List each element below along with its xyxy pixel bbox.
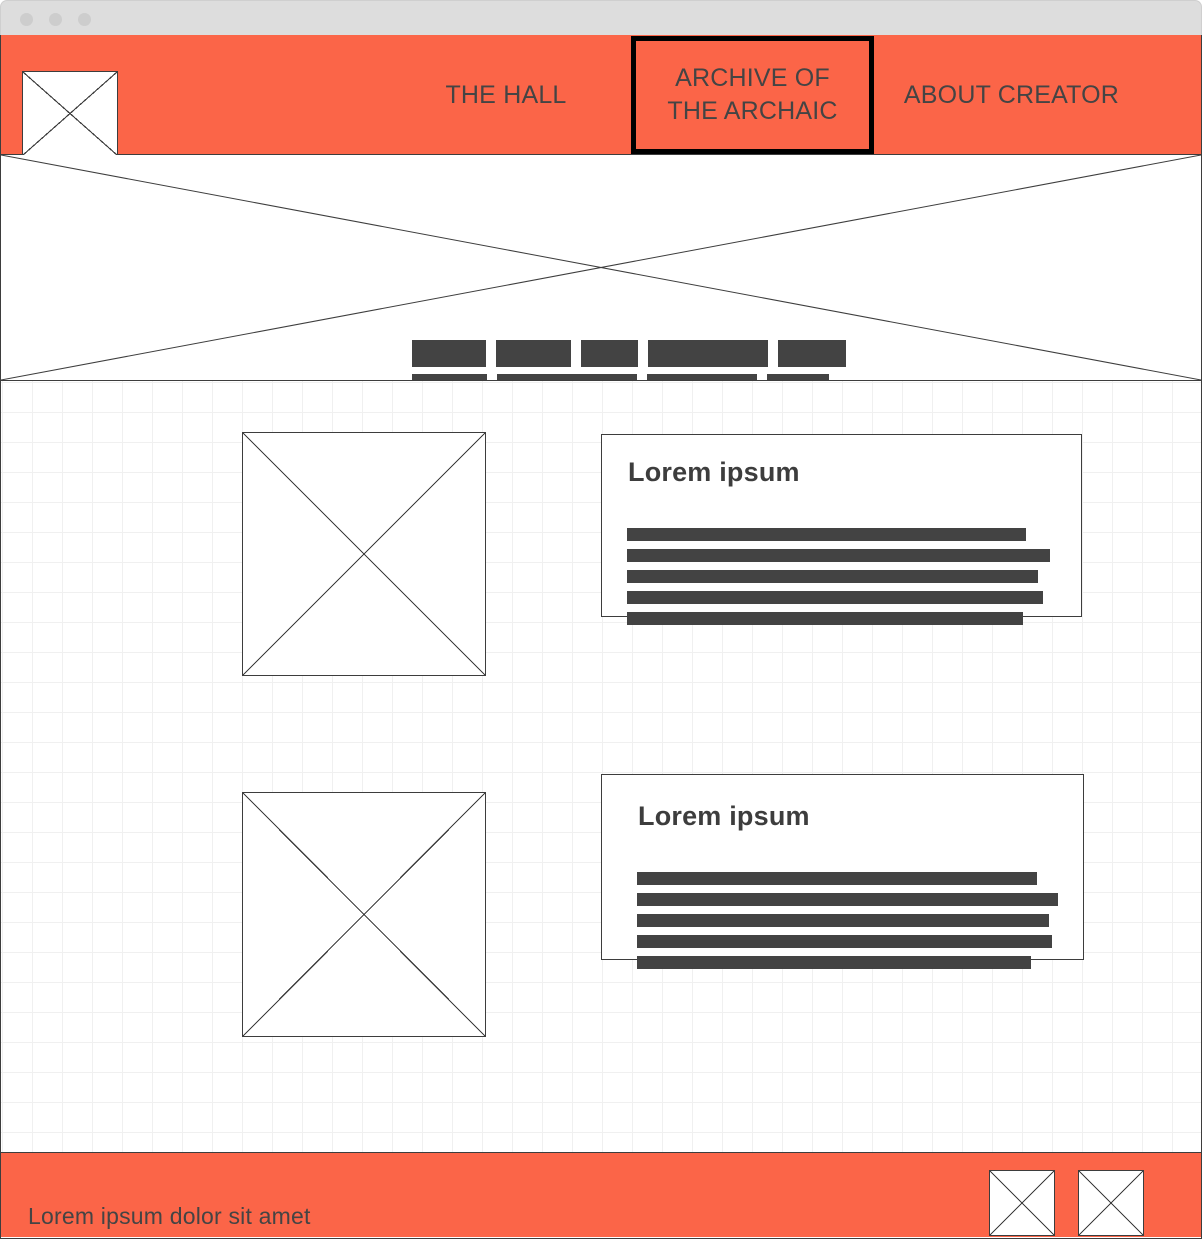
browser-titlebar — [0, 0, 1202, 35]
hero-heading-row-1 — [412, 340, 846, 367]
nav-item-label: ABOUT CREATOR — [903, 80, 1120, 109]
nav-item-label-line2: THE ARCHAIC — [667, 97, 838, 125]
site-header: THE HALL ARCHIVE OF THE ARCHAIC ABOUT CR… — [1, 35, 1201, 156]
hero-heading-word-block — [778, 340, 846, 367]
content-image-placeholder-2[interactable] — [242, 792, 486, 1037]
nav-item-label: THE HALL — [445, 80, 567, 109]
close-dot[interactable] — [20, 13, 33, 26]
footer-image-placeholder-2-icon[interactable] — [1078, 1170, 1144, 1236]
card-text-line — [637, 935, 1052, 948]
site-logo-placeholder-icon[interactable] — [22, 71, 118, 156]
nav-item-the-hall[interactable]: THE HALL — [381, 40, 631, 150]
card-text-line — [637, 893, 1058, 906]
hero-heading-word-block — [412, 374, 487, 380]
card-text-line — [627, 570, 1038, 583]
card-text-line — [627, 528, 1026, 541]
nav-item-label: ARCHIVE OF THE ARCHAIC — [667, 62, 837, 128]
hero-heading-word-block — [647, 374, 757, 380]
card-text-line — [627, 591, 1043, 604]
content-card-1: Lorem ipsum — [601, 434, 1082, 625]
main-navigation: THE HALL ARCHIVE OF THE ARCHAIC ABOUT CR… — [381, 36, 1181, 154]
hero-heading-word-block — [497, 374, 637, 380]
card-text-line — [637, 956, 1031, 969]
footer-image-placeholder-1-icon[interactable] — [989, 1170, 1055, 1236]
hero-image-placeholder[interactable] — [1, 155, 1201, 381]
card-text-line — [627, 549, 1050, 562]
card-text-placeholder — [637, 872, 1058, 969]
card-title: Lorem ipsum — [638, 801, 810, 831]
card-text-placeholder — [627, 528, 1050, 625]
hero-heading-word-block — [648, 340, 768, 367]
site-footer: Lorem ipsum dolor sit amet — [1, 1152, 1201, 1237]
maximize-dot[interactable] — [78, 13, 91, 26]
card-text-line — [637, 872, 1037, 885]
hero-heading-row-2 — [412, 374, 829, 380]
content-card-2: Lorem ipsum — [601, 774, 1084, 969]
nav-item-about-creator[interactable]: ABOUT CREATOR — [874, 40, 1149, 150]
footer-text: Lorem ipsum dolor sit amet — [28, 1203, 311, 1229]
nav-item-label-line1: ARCHIVE OF — [675, 64, 830, 92]
minimize-dot[interactable] — [49, 13, 62, 26]
content-image-placeholder-1[interactable] — [242, 432, 486, 676]
nav-item-archive-of-the-archaic[interactable]: ARCHIVE OF THE ARCHAIC — [631, 36, 874, 154]
card-text-line — [637, 914, 1049, 927]
main-content: Lorem ipsum Lorem ipsum — [1, 381, 1201, 1152]
hero-heading-placeholder — [1, 155, 1201, 380]
wireframe-mockup: THE HALL ARCHIVE OF THE ARCHAIC ABOUT CR… — [0, 0, 1202, 1239]
hero-heading-word-block — [767, 374, 829, 380]
card-text-line — [627, 612, 1023, 625]
hero-heading-word-block — [581, 340, 638, 367]
browser-viewport: THE HALL ARCHIVE OF THE ARCHAIC ABOUT CR… — [0, 35, 1202, 1239]
hero-heading-word-block — [496, 340, 571, 367]
card-title: Lorem ipsum — [628, 457, 800, 487]
hero-heading-word-block — [412, 340, 486, 367]
